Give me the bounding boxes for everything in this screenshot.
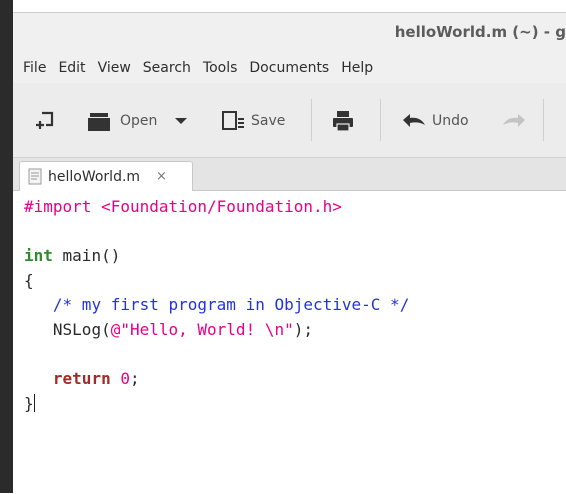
undo-button[interactable]: Undo	[401, 105, 469, 137]
editor-window: helloWorld.m (~) - g File Edit View Sear…	[13, 12, 566, 494]
tab-label: helloWorld.m	[48, 168, 141, 185]
nslog-call: NSLog(	[52, 319, 111, 339]
window-title: helloWorld.m (~) - g	[394, 23, 566, 41]
save-button[interactable]: Save	[221, 105, 285, 137]
close-brace: }	[24, 393, 34, 413]
return-semicolon: ;	[129, 369, 140, 389]
toolbar-separator	[311, 99, 312, 141]
open-brace: {	[24, 270, 34, 290]
folder-open-icon	[88, 113, 110, 131]
menu-tools[interactable]: Tools	[199, 60, 246, 76]
new-file-button[interactable]	[35, 105, 57, 137]
nslog-end: );	[293, 319, 313, 339]
open-label: Open	[120, 113, 158, 129]
menu-edit[interactable]: Edit	[54, 60, 93, 76]
import-directive: #import <Foundation/Foundation.h>	[24, 197, 342, 216]
redo-icon	[503, 114, 525, 127]
save-label: Save	[251, 113, 286, 129]
open-button[interactable]: Open	[87, 105, 188, 137]
save-icon	[222, 111, 244, 130]
return-keyword: return	[52, 369, 111, 389]
return-value: 0	[120, 369, 130, 389]
undo-icon	[403, 114, 425, 127]
text-cursor	[33, 393, 35, 412]
menu-bar: File Edit View Search Tools Documents He…	[13, 53, 566, 83]
toolbar-separator	[543, 99, 544, 141]
tab-bar: helloWorld.m ×	[13, 158, 566, 191]
menu-help[interactable]: Help	[337, 60, 381, 76]
window-edge	[0, 0, 13, 493]
code-text: #import <Foundation/Foundation.h> int ma…	[24, 195, 409, 416]
menu-view[interactable]: View	[94, 60, 139, 76]
menu-search[interactable]: Search	[139, 60, 199, 76]
code-comment: /* my first program in Objective-C */	[52, 295, 410, 315]
menu-file[interactable]: File	[19, 60, 54, 76]
int-keyword: int	[24, 246, 53, 266]
undo-label: Undo	[432, 113, 469, 129]
menu-documents[interactable]: Documents	[245, 60, 337, 76]
nslog-string: @"Hello, World! \n"	[110, 319, 294, 339]
printer-icon	[333, 111, 353, 132]
toolbar: Open Save Undo	[13, 83, 566, 158]
document-icon	[28, 168, 42, 185]
print-button[interactable]	[331, 105, 355, 137]
toolbar-separator	[380, 99, 381, 141]
new-file-icon	[36, 111, 54, 129]
tab-helloworld[interactable]: helloWorld.m ×	[19, 161, 193, 191]
code-editor[interactable]: #import <Foundation/Foundation.h> int ma…	[13, 191, 566, 494]
title-bar[interactable]: helloWorld.m (~) - g	[13, 13, 566, 53]
main-signature: main()	[52, 246, 121, 266]
close-icon[interactable]: ×	[156, 169, 167, 184]
redo-button[interactable]	[501, 105, 527, 137]
chevron-down-icon[interactable]	[174, 116, 188, 126]
